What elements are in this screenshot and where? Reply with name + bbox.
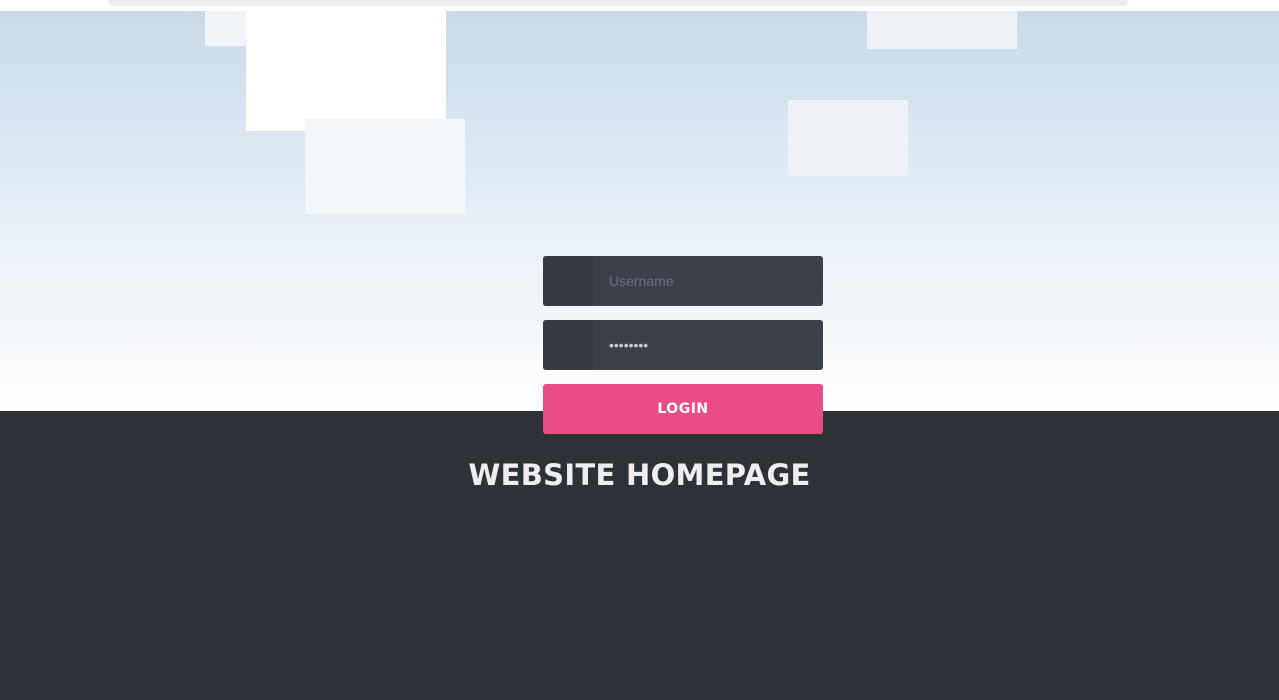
address-bar-edge (108, 0, 1129, 6)
password-input[interactable] (593, 320, 823, 370)
login-button[interactable]: LOGIN (543, 384, 823, 434)
lock-icon (543, 320, 593, 370)
cloud-icon (305, 119, 465, 214)
browser-top-strip (0, 0, 1279, 11)
website-homepage-title: WEBSITE HOMEPAGE (468, 458, 811, 492)
login-page: LOGIN WEBSITE HOMEPAGE (0, 0, 1279, 700)
username-field (543, 256, 823, 306)
cloud-icon (867, 11, 1017, 49)
cloud-icon (788, 100, 908, 176)
username-input[interactable] (593, 256, 823, 306)
login-form: LOGIN (543, 256, 823, 434)
password-field (543, 320, 823, 370)
cloud-icon (246, 11, 446, 131)
user-icon (543, 256, 593, 306)
